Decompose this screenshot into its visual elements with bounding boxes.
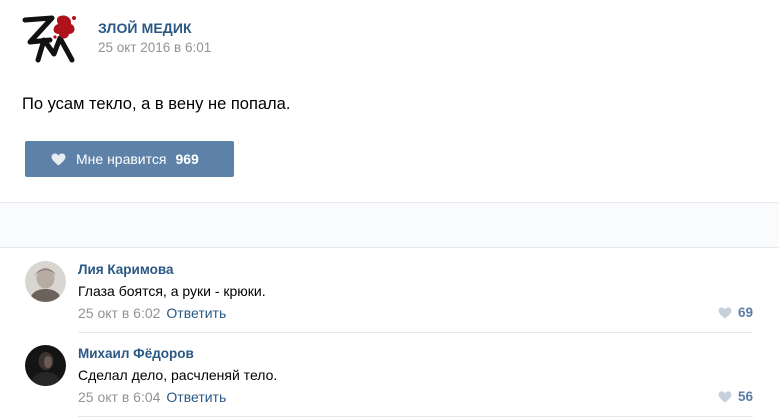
comment-item: Михаил Фёдоров Сделал дело, расчленяй те…	[0, 332, 779, 416]
comment-like-count: 69	[737, 305, 753, 320]
zm-logo-icon[interactable]	[22, 12, 78, 64]
comment-time[interactable]: 25 окт в 6:04	[78, 389, 160, 405]
comment-text: Сделал дело, расчленяй тело.	[78, 367, 278, 383]
heart-icon	[51, 152, 66, 166]
like-label: Мне нравится	[76, 151, 167, 167]
heart-icon	[718, 306, 732, 319]
post-timestamp[interactable]: 25 окт 2016 в 6:01	[98, 40, 211, 55]
heart-icon	[718, 390, 732, 403]
comment-like-count: 56	[737, 389, 753, 404]
comment-meta: 25 окт в 6:02 Ответить	[78, 305, 226, 321]
avatar[interactable]	[25, 261, 66, 302]
comment-time[interactable]: 25 окт в 6:02	[78, 305, 160, 321]
like-button[interactable]: Мне нравится 969	[25, 141, 234, 177]
comment-item: Лия Каримова Глаза боятся, а руки - крюк…	[0, 248, 779, 332]
post-header: ЗЛОЙ МЕДИК 25 окт 2016 в 6:01	[0, 0, 779, 80]
comment-divider	[78, 416, 753, 417]
post-text: По усам текло, а в вену не попала.	[22, 95, 291, 113]
comment-like-button[interactable]: 56	[718, 389, 753, 404]
comment-meta: 25 окт в 6:04 Ответить	[78, 389, 226, 405]
comments-toolbar	[0, 202, 779, 248]
reply-link[interactable]: Ответить	[166, 389, 226, 405]
comment-like-button[interactable]: 69	[718, 305, 753, 320]
comment-author[interactable]: Лия Каримова	[78, 262, 174, 277]
comment-author[interactable]: Михаил Фёдоров	[78, 346, 194, 361]
reply-link[interactable]: Ответить	[166, 305, 226, 321]
comment-text: Глаза боятся, а руки - крюки.	[78, 283, 266, 299]
avatar[interactable]	[25, 345, 66, 386]
like-count: 969	[175, 151, 199, 167]
group-name-link[interactable]: ЗЛОЙ МЕДИК	[98, 20, 192, 36]
